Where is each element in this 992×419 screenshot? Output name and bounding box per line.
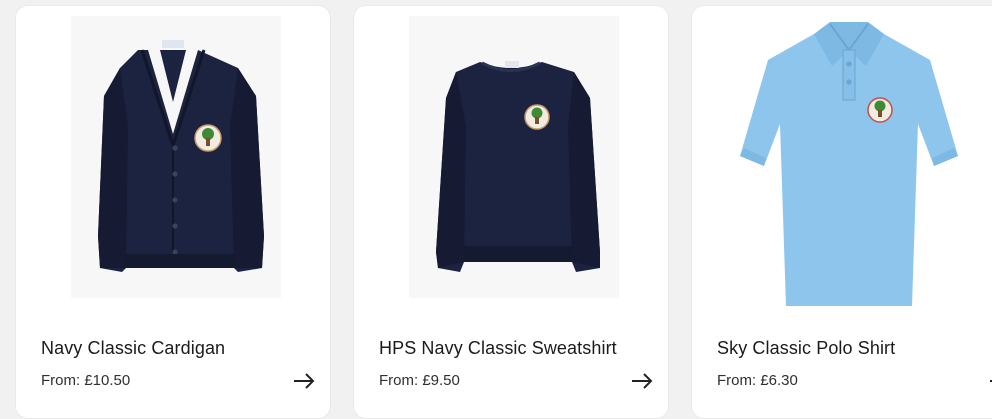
product-title[interactable]: Navy Classic Cardigan bbox=[41, 338, 310, 359]
arrow-right-icon[interactable] bbox=[292, 372, 316, 390]
product-card-polo[interactable]: Sky Classic Polo Shirt From: £6.30 bbox=[692, 6, 992, 418]
sky-polo-shirt-image[interactable] bbox=[692, 6, 992, 316]
product-title[interactable]: HPS Navy Classic Sweatshirt bbox=[379, 338, 648, 359]
product-price: From: £10.50 bbox=[41, 372, 131, 389]
arrow-right-icon[interactable] bbox=[988, 372, 992, 390]
arrow-right-icon[interactable] bbox=[630, 372, 654, 390]
navy-sweatshirt-image[interactable] bbox=[354, 6, 668, 316]
product-price: From: £9.50 bbox=[379, 372, 460, 389]
product-card-sweatshirt[interactable]: HPS Navy Classic Sweatshirt From: £9.50 bbox=[354, 6, 668, 418]
navy-cardigan-image[interactable] bbox=[16, 6, 330, 316]
product-price: From: £6.30 bbox=[717, 372, 798, 389]
product-grid: Navy Classic Cardigan From: £10.50 HPS N… bbox=[0, 0, 992, 419]
product-card-cardigan[interactable]: Navy Classic Cardigan From: £10.50 bbox=[16, 6, 330, 418]
product-title[interactable]: Sky Classic Polo Shirt bbox=[717, 338, 986, 359]
